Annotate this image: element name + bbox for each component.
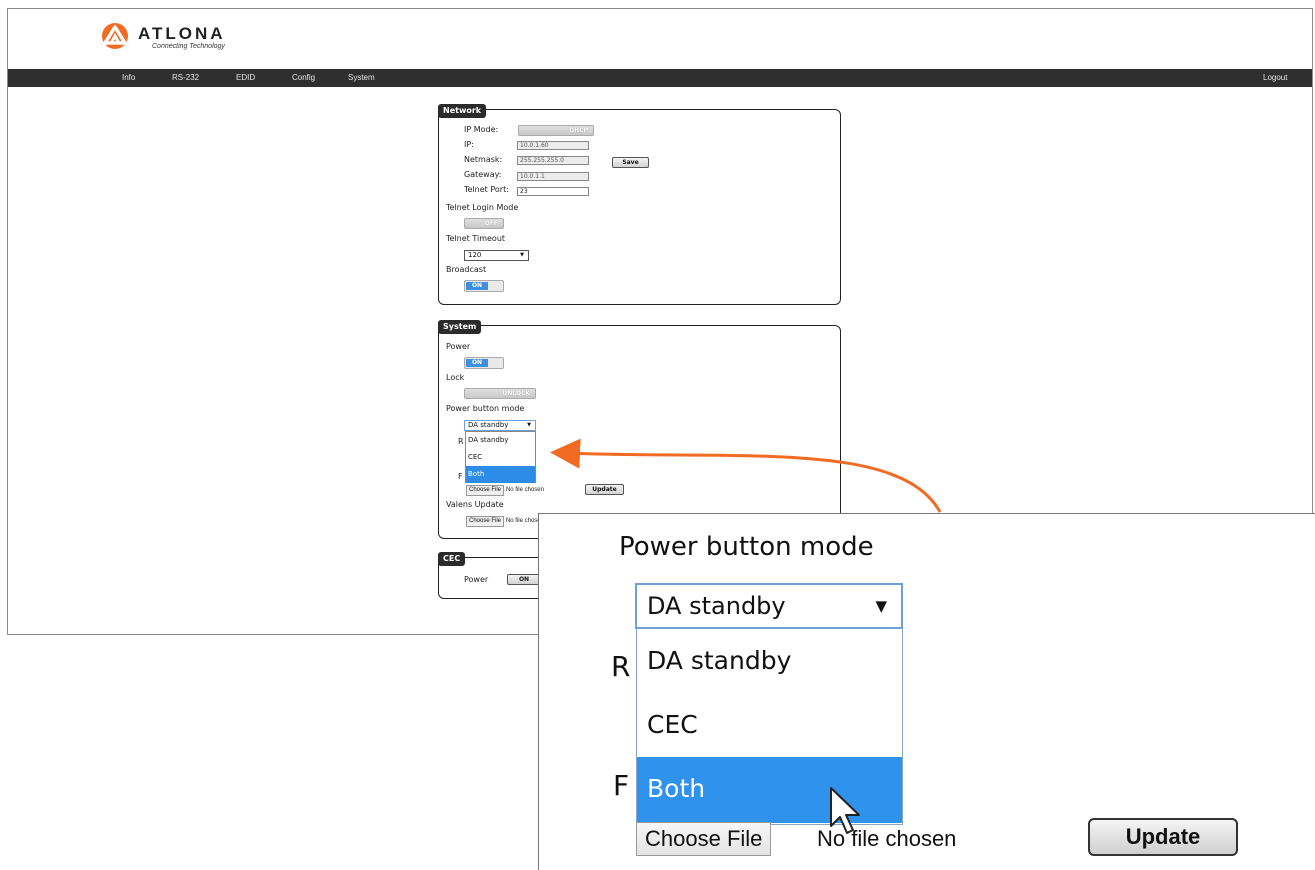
zoom-choose-file-button[interactable]: Choose File: [636, 822, 772, 856]
chevron-down-icon: ▼: [875, 597, 887, 615]
zoom-power-button-mode-label: Power button mode: [619, 532, 874, 562]
zoom-update-button[interactable]: Update: [1088, 818, 1238, 856]
zoom-callout: Power button mode DA standby ▼ R F DA st…: [538, 513, 1315, 870]
zoom-clipped-label-f: F: [613, 769, 630, 802]
zoom-power-button-mode-select[interactable]: DA standby ▼: [635, 583, 903, 629]
zoom-power-button-mode-value: DA standby: [647, 592, 786, 620]
zoom-option-cec[interactable]: CEC: [637, 693, 902, 757]
zoom-clipped-label-r: R: [611, 650, 631, 683]
zoom-option-da-standby[interactable]: DA standby: [637, 629, 902, 693]
mouse-pointer-icon: [830, 787, 860, 834]
